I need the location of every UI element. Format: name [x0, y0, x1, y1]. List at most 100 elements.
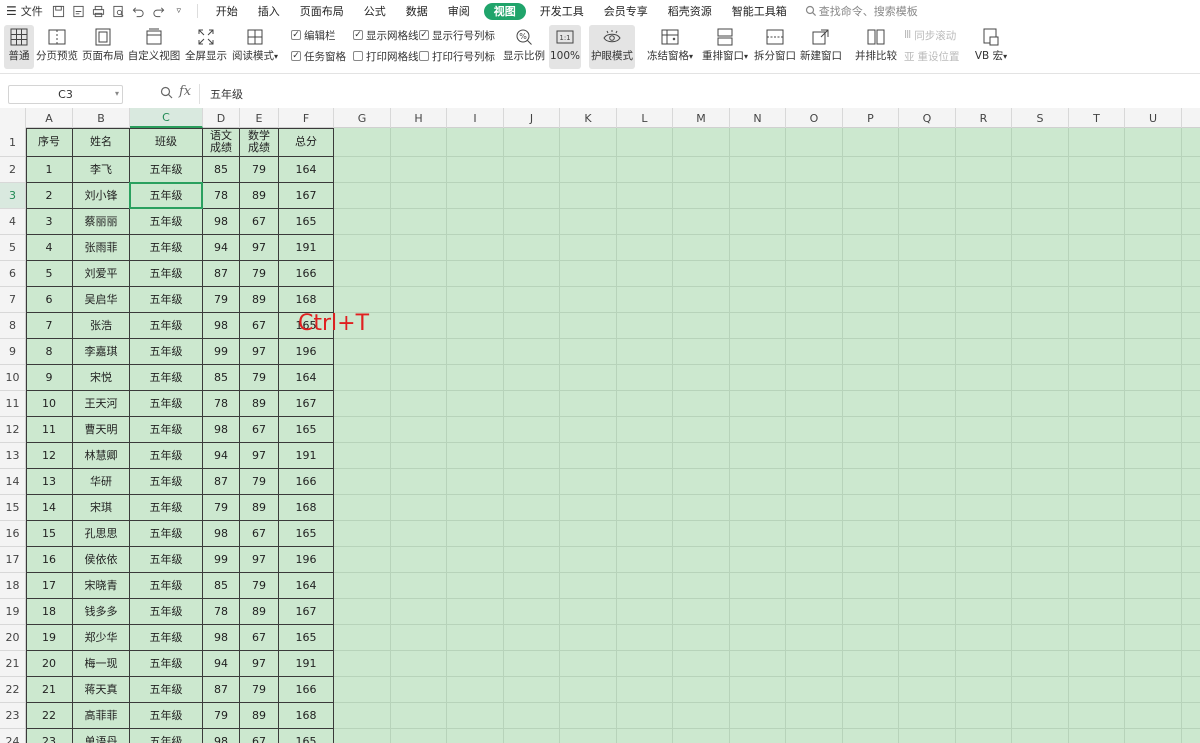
table-header-cell[interactable]: 数学 成绩 — [240, 128, 279, 157]
row-header-24[interactable]: 24 — [0, 729, 26, 743]
table-header-cell[interactable]: 姓名 — [73, 128, 130, 157]
table-cell[interactable]: 97 — [240, 651, 279, 677]
show-formula-bar-checkbox[interactable]: ✓ 编辑栏 — [291, 26, 336, 44]
table-cell[interactable]: 五年级 — [130, 651, 203, 677]
table-cell[interactable]: 165 — [279, 417, 334, 443]
table-cell[interactable]: 12 — [26, 443, 73, 469]
table-cell[interactable]: 蔡丽丽 — [73, 209, 130, 235]
redo-icon[interactable] — [149, 0, 169, 22]
tab-1[interactable]: 插入 — [248, 0, 290, 22]
freeze-panes-button[interactable]: 冻结窗格▾ — [645, 25, 695, 69]
column-header-N[interactable]: N — [730, 108, 786, 128]
table-cell[interactable]: 华研 — [73, 469, 130, 495]
print-gridlines-checkbox[interactable]: 打印网格线 — [353, 47, 419, 65]
table-cell[interactable]: 五年级 — [130, 391, 203, 417]
table-cell[interactable]: 吴启华 — [73, 287, 130, 313]
table-cell[interactable]: 98 — [203, 729, 240, 743]
table-cell[interactable]: 五年级 — [130, 261, 203, 287]
table-cell[interactable]: 79 — [203, 287, 240, 313]
table-cell[interactable]: 166 — [279, 677, 334, 703]
row-header-23[interactable]: 23 — [0, 703, 26, 729]
table-cell[interactable]: 165 — [279, 521, 334, 547]
column-header-T[interactable]: T — [1069, 108, 1125, 128]
table-cell[interactable]: 五年级 — [130, 521, 203, 547]
table-cell[interactable]: 89 — [240, 495, 279, 521]
column-header-Q[interactable]: Q — [899, 108, 956, 128]
table-cell[interactable]: 67 — [240, 209, 279, 235]
column-header-A[interactable]: A — [26, 108, 73, 128]
table-cell[interactable]: 6 — [26, 287, 73, 313]
table-cell[interactable]: 191 — [279, 443, 334, 469]
column-header-U[interactable]: U — [1125, 108, 1182, 128]
table-cell[interactable]: 89 — [240, 183, 279, 209]
row-header-6[interactable]: 6 — [0, 261, 26, 287]
table-cell[interactable]: 20 — [26, 651, 73, 677]
table-cell[interactable]: 79 — [240, 157, 279, 183]
table-cell[interactable]: 97 — [240, 339, 279, 365]
table-cell[interactable]: 67 — [240, 417, 279, 443]
row-header-5[interactable]: 5 — [0, 235, 26, 261]
table-cell[interactable]: 蒋天真 — [73, 677, 130, 703]
table-cell[interactable]: 五年级 — [130, 365, 203, 391]
table-cell[interactable]: 14 — [26, 495, 73, 521]
row-header-20[interactable]: 20 — [0, 625, 26, 651]
column-header-L[interactable]: L — [617, 108, 673, 128]
table-cell[interactable]: 梅一现 — [73, 651, 130, 677]
table-cell[interactable]: 五年级 — [130, 417, 203, 443]
table-cell[interactable]: 98 — [203, 209, 240, 235]
sync-scroll-button[interactable]: Ⅲ 同步滚动 — [904, 26, 956, 44]
table-cell[interactable]: 五年级 — [130, 287, 203, 313]
page-break-preview-button[interactable]: 分页预览 — [36, 25, 78, 69]
tab-8[interactable]: 会员专享 — [594, 0, 658, 22]
column-header-O[interactable]: O — [786, 108, 843, 128]
table-cell[interactable]: 7 — [26, 313, 73, 339]
row-header-10[interactable]: 10 — [0, 365, 26, 391]
row-header-15[interactable]: 15 — [0, 495, 26, 521]
row-header-4[interactable]: 4 — [0, 209, 26, 235]
column-header-H[interactable]: H — [391, 108, 447, 128]
table-cell[interactable]: 196 — [279, 339, 334, 365]
column-header-R[interactable]: R — [956, 108, 1012, 128]
table-cell[interactable]: 五年级 — [130, 313, 203, 339]
table-cell[interactable]: 196 — [279, 547, 334, 573]
table-cell[interactable]: 五年级 — [130, 677, 203, 703]
table-cell[interactable]: 2 — [26, 183, 73, 209]
column-header-C[interactable]: C — [130, 108, 203, 128]
new-window-button[interactable]: 新建窗口 — [800, 25, 842, 69]
table-cell[interactable]: 94 — [203, 235, 240, 261]
table-cell[interactable]: 1 — [26, 157, 73, 183]
row-header-16[interactable]: 16 — [0, 521, 26, 547]
table-cell[interactable]: 97 — [240, 547, 279, 573]
table-cell[interactable]: 五年级 — [130, 235, 203, 261]
undo-icon[interactable] — [129, 0, 149, 22]
row-header-13[interactable]: 13 — [0, 443, 26, 469]
show-headings-checkbox[interactable]: ✓ 显示行号列标 — [419, 26, 495, 44]
print-icon[interactable] — [89, 0, 109, 22]
table-cell[interactable]: 五年级 — [130, 339, 203, 365]
table-cell[interactable]: 78 — [203, 183, 240, 209]
command-search[interactable]: 查找命令、搜索模板 — [805, 3, 918, 19]
table-cell[interactable]: 98 — [203, 521, 240, 547]
table-cell[interactable]: 94 — [203, 651, 240, 677]
table-cell[interactable]: 79 — [240, 573, 279, 599]
table-cell[interactable]: 五年级 — [130, 183, 203, 209]
table-cell[interactable]: 13 — [26, 469, 73, 495]
table-cell[interactable]: 21 — [26, 677, 73, 703]
table-cell[interactable]: 宋悦 — [73, 365, 130, 391]
table-cell[interactable]: 10 — [26, 391, 73, 417]
table-cell[interactable]: 67 — [240, 729, 279, 743]
table-cell[interactable]: 五年级 — [130, 599, 203, 625]
table-cell[interactable]: 99 — [203, 339, 240, 365]
table-cell[interactable]: 78 — [203, 599, 240, 625]
table-cell[interactable]: 97 — [240, 235, 279, 261]
table-cell[interactable]: 李嘉琪 — [73, 339, 130, 365]
row-header-1[interactable]: 1 — [0, 128, 26, 157]
table-cell[interactable]: 99 — [203, 547, 240, 573]
table-cell[interactable]: 167 — [279, 599, 334, 625]
table-cell[interactable]: 王天河 — [73, 391, 130, 417]
customize-toolbar-icon[interactable]: ▿ — [169, 0, 189, 22]
print-headings-checkbox[interactable]: 打印行号列标 — [419, 47, 495, 65]
table-cell[interactable]: 164 — [279, 365, 334, 391]
table-cell[interactable]: 85 — [203, 157, 240, 183]
name-box[interactable]: C3 ▾ — [8, 85, 123, 104]
